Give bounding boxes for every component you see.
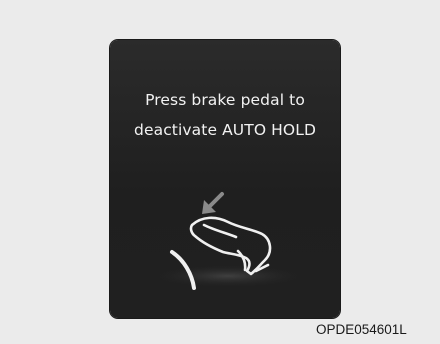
brake-illustration <box>148 192 308 290</box>
figure-background: Press brake pedal to deactivate AUTO HOL… <box>0 0 440 344</box>
floor-glow <box>148 264 308 288</box>
cluster-display: Press brake pedal to deactivate AUTO HOL… <box>110 40 340 318</box>
arrow-down-left-icon <box>202 192 224 214</box>
figure-code: OPDE054601L <box>316 322 407 337</box>
